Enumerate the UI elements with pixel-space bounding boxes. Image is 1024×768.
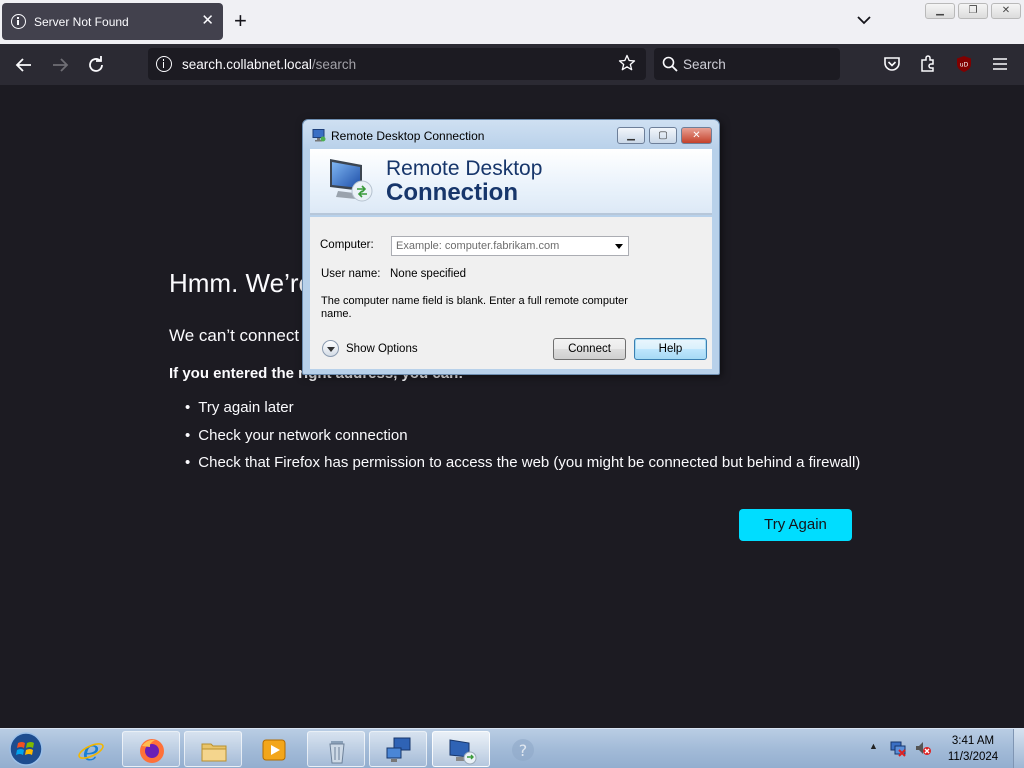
- window-restore-button[interactable]: ❐: [958, 3, 988, 19]
- connect-button[interactable]: Connect: [553, 338, 626, 360]
- dialog-banner: Remote Desktop Connection: [310, 149, 712, 215]
- taskbar-media-player[interactable]: [245, 731, 303, 767]
- remote-desktop-icon: [312, 129, 326, 142]
- show-hidden-icons-arrow-icon[interactable]: ▲: [869, 741, 878, 751]
- system-clock[interactable]: 3:41 AM 11/3/2024: [940, 733, 1006, 765]
- tab-server-not-found[interactable]: Server Not Found ✕: [2, 3, 223, 40]
- new-tab-button[interactable]: +: [234, 10, 247, 32]
- list-item: Check your network connection: [185, 427, 860, 455]
- menu-hamburger-icon[interactable]: [990, 54, 1010, 74]
- search-placeholder: Search: [683, 57, 726, 72]
- validation-message: The computer name field is blank. Enter …: [321, 295, 628, 320]
- dropdown-arrow-icon[interactable]: [615, 244, 623, 249]
- url-host: search.collabnet.local: [182, 57, 312, 72]
- list-item: Check that Firefox has permission to acc…: [185, 454, 860, 482]
- clock-time: 3:41 AM: [951, 735, 995, 747]
- dialog-close-button[interactable]: ✕: [681, 127, 712, 144]
- start-button[interactable]: [6, 730, 46, 768]
- pocket-icon[interactable]: [882, 54, 902, 74]
- url-path: /search: [311, 57, 357, 72]
- show-options-chevron-icon[interactable]: [322, 340, 339, 357]
- network-status-icon[interactable]: [889, 739, 907, 757]
- show-options-link[interactable]: Show Options: [346, 343, 418, 355]
- taskbar-recycle-bin[interactable]: [307, 731, 365, 767]
- internet-explorer-icon: e: [78, 735, 104, 765]
- help-icon: ?: [512, 739, 534, 761]
- taskbar: e ? ▲ 3:41 AM 11/3/2024: [0, 728, 1024, 768]
- site-info-icon[interactable]: [156, 56, 172, 72]
- info-icon: [11, 14, 26, 29]
- computer-label: Computer:: [320, 239, 374, 251]
- forward-arrow-icon[interactable]: [48, 53, 72, 77]
- taskbar-file-explorer[interactable]: [184, 731, 242, 767]
- window-close-button[interactable]: ✕: [991, 3, 1021, 19]
- clock-date: 11/3/2024: [947, 751, 999, 763]
- taskbar-help-and-support[interactable]: ?: [494, 731, 552, 767]
- ublock-origin-icon[interactable]: uD: [954, 54, 974, 74]
- show-desktop-button[interactable]: [1013, 729, 1024, 768]
- help-button[interactable]: Help: [634, 338, 707, 360]
- volume-muted-icon[interactable]: [914, 739, 932, 757]
- search-icon: [662, 56, 678, 72]
- banner-title-line1: Remote Desktop: [386, 157, 543, 180]
- list-item: Try again later: [185, 399, 860, 427]
- computer-placeholder: Example: computer.fabrikam.com: [396, 240, 560, 252]
- dialog-title-bar[interactable]: Remote Desktop Connection ▁ ▢ ✕: [303, 120, 719, 149]
- error-description: We can’t connect: [169, 326, 300, 345]
- taskbar-remote-desktop[interactable]: [432, 731, 490, 767]
- remote-desktop-logo-icon: [330, 159, 373, 202]
- dialog-title: Remote Desktop Connection: [331, 129, 485, 143]
- svg-text:?: ?: [519, 741, 528, 760]
- back-arrow-icon[interactable]: [12, 53, 36, 77]
- reload-icon[interactable]: [84, 53, 108, 77]
- taskbar-internet-explorer[interactable]: e: [62, 731, 120, 767]
- user-name-label: User name:: [321, 268, 381, 280]
- media-player-icon: [262, 739, 286, 761]
- extensions-puzzle-icon[interactable]: [918, 54, 938, 74]
- computer-combobox[interactable]: Example: computer.fabrikam.com: [391, 236, 629, 256]
- svg-text:uD: uD: [960, 62, 969, 69]
- try-again-button[interactable]: Try Again: [739, 509, 852, 541]
- dialog-maximize-button[interactable]: ▢: [649, 127, 677, 144]
- remote-desktop-dialog: Remote Desktop Connection ▁ ▢ ✕ Remote D…: [302, 119, 720, 375]
- remote-desktop-icon: [449, 739, 477, 765]
- search-bar[interactable]: Search: [654, 48, 840, 80]
- dialog-body: Computer: Example: computer.fabrikam.com…: [310, 217, 712, 369]
- tab-title: Server Not Found: [34, 15, 129, 29]
- tab-close-icon[interactable]: ✕: [201, 12, 214, 30]
- suggestion-list: Try again later Check your network conne…: [185, 399, 860, 482]
- url-text[interactable]: search.collabnet.local/search: [182, 57, 356, 72]
- folder-icon: [201, 743, 227, 762]
- banner-title-line2: Connection: [386, 179, 518, 206]
- taskbar-firefox[interactable]: [122, 731, 180, 767]
- tab-strip: Server Not Found ✕ + ▁ ❐ ✕: [0, 0, 1024, 44]
- user-name-value: None specified: [390, 268, 467, 280]
- bookmark-star-icon[interactable]: [617, 53, 637, 73]
- firefox-icon: [140, 739, 164, 763]
- window-minimize-button[interactable]: ▁: [925, 3, 955, 19]
- svg-text:e: e: [83, 735, 100, 765]
- dialog-minimize-button[interactable]: ▁: [617, 127, 645, 144]
- error-title: Hmm. We’re: [169, 268, 313, 298]
- network-computer-icon: [386, 737, 411, 762]
- navigation-toolbar: search.collabnet.local/search Search uD: [0, 44, 1024, 85]
- recycle-bin-icon: [329, 741, 345, 764]
- address-bar[interactable]: search.collabnet.local/search: [148, 48, 646, 80]
- list-all-tabs-icon[interactable]: [856, 12, 872, 28]
- taskbar-network-connections[interactable]: [369, 731, 427, 767]
